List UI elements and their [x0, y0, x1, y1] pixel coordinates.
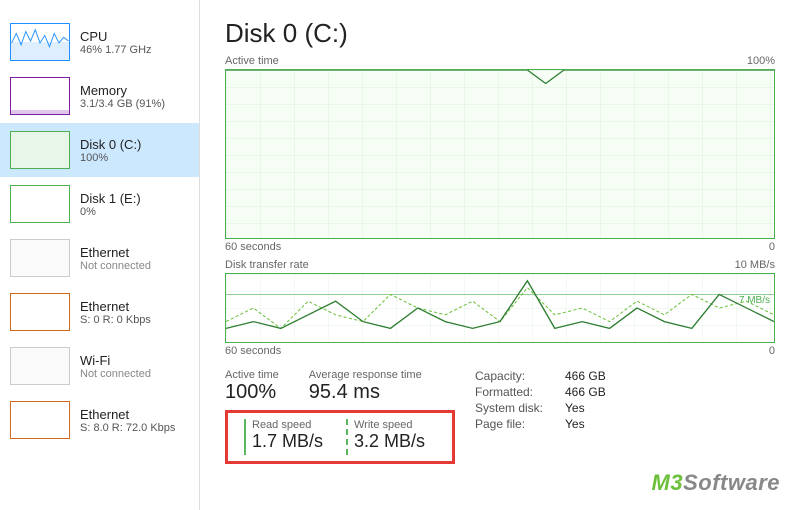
- sidebar-item-title: Ethernet: [80, 299, 151, 314]
- active-time-stat: Active time 100%: [225, 369, 279, 404]
- sidebar-item-title: Ethernet: [80, 407, 175, 422]
- sidebar-item-sub: 0%: [80, 206, 141, 218]
- sidebar-item-ethernet-2[interactable]: Ethernet S: 8.0 R: 72.0 Kbps: [0, 393, 199, 447]
- sidebar-item-sub: Not connected: [80, 368, 151, 380]
- ethernet-thumb-icon: [10, 239, 70, 277]
- active-time-chart: Active time 100% 60 seconds 0: [225, 55, 775, 253]
- info-val-pagefile: Yes: [565, 417, 585, 431]
- active-time-plot: [226, 70, 774, 238]
- transfer-rate-chart: Disk transfer rate 10 MB/s 7 MB/s 60 sec…: [225, 259, 775, 357]
- stat-label: Write speed: [354, 419, 425, 431]
- sidebar-item-disk0[interactable]: Disk 0 (C:) 100%: [0, 123, 199, 177]
- sidebar-item-memory[interactable]: Memory 3.1/3.4 GB (91%): [0, 69, 199, 123]
- sidebar-item-sub: 100%: [80, 152, 141, 164]
- transfer-rate-plot: [226, 274, 774, 342]
- main-panel: Disk 0 (C:) Active time 100% 60 seconds …: [200, 0, 800, 510]
- stat-value: 1.7 MB/s: [252, 431, 323, 452]
- transfer-rate-chart-box: 7 MB/s: [225, 273, 775, 343]
- sidebar-item-ethernet-1[interactable]: Ethernet S: 0 R: 0 Kbps: [0, 285, 199, 339]
- chart-head-left: Active time: [225, 55, 279, 67]
- info-key-sysdisk: System disk:: [475, 401, 565, 415]
- watermark-logo: M3Software: [652, 470, 780, 496]
- ethernet-thumb-icon: [10, 401, 70, 439]
- stat-label: Active time: [225, 369, 279, 381]
- info-val-sysdisk: Yes: [565, 401, 585, 415]
- info-key-pagefile: Page file:: [475, 417, 565, 431]
- info-val-formatted: 466 GB: [565, 385, 606, 399]
- read-speed-stat: Read speed 1.7 MB/s: [238, 419, 340, 455]
- stat-value: 95.4 ms: [309, 381, 422, 404]
- speed-highlight-box: Read speed 1.7 MB/s Write speed 3.2 MB/s: [225, 410, 455, 464]
- info-key-formatted: Formatted:: [475, 385, 565, 399]
- sidebar-item-sub: S: 0 R: 0 Kbps: [80, 314, 151, 326]
- sidebar-item-wifi[interactable]: Wi-Fi Not connected: [0, 339, 199, 393]
- write-speed-stat: Write speed 3.2 MB/s: [340, 419, 442, 455]
- watermark-suffix: Software: [683, 470, 780, 495]
- sidebar-item-disk1[interactable]: Disk 1 (E:) 0%: [0, 177, 199, 231]
- sidebar-item-sub: S: 8.0 R: 72.0 Kbps: [80, 422, 175, 434]
- info-key-capacity: Capacity:: [475, 369, 565, 383]
- chart-foot-left: 60 seconds: [225, 345, 281, 357]
- sidebar-item-sub: 46% 1.77 GHz: [80, 44, 152, 56]
- info-val-capacity: 466 GB: [565, 369, 606, 383]
- chart-foot-right: 0: [769, 241, 775, 253]
- active-time-chart-box: [225, 69, 775, 239]
- avg-response-time-stat: Average response time 95.4 ms: [309, 369, 422, 404]
- sidebar-item-title: Disk 1 (E:): [80, 191, 141, 206]
- chart-head-left: Disk transfer rate: [225, 259, 309, 271]
- sidebar-item-cpu[interactable]: CPU 46% 1.77 GHz: [0, 15, 199, 69]
- chart-head-right: 10 MB/s: [735, 259, 775, 271]
- stat-value: 100%: [225, 381, 279, 404]
- write-legend-bar-icon: [346, 419, 348, 455]
- sidebar-item-title: Ethernet: [80, 245, 151, 260]
- sidebar-item-sub: 3.1/3.4 GB (91%): [80, 98, 165, 110]
- sidebar-item-title: Memory: [80, 83, 165, 98]
- page-title: Disk 0 (C:): [225, 18, 775, 49]
- stat-label: Read speed: [252, 419, 323, 431]
- chart-foot-right: 0: [769, 345, 775, 357]
- ethernet-thumb-icon: [10, 293, 70, 331]
- watermark-prefix: M3: [652, 470, 684, 495]
- stat-label: Average response time: [309, 369, 422, 381]
- chart-head-right: 100%: [747, 55, 775, 67]
- disk-thumb-icon: [10, 131, 70, 169]
- read-legend-bar-icon: [244, 419, 246, 455]
- stat-value: 3.2 MB/s: [354, 431, 425, 452]
- memory-thumb-icon: [10, 77, 70, 115]
- disk-info: Capacity: 466 GB Formatted: 466 GB Syste…: [475, 369, 606, 464]
- sidebar-item-title: Disk 0 (C:): [80, 137, 141, 152]
- sidebar-item-title: CPU: [80, 29, 152, 44]
- sidebar: CPU 46% 1.77 GHz Memory 3.1/3.4 GB (91%)…: [0, 0, 200, 510]
- sidebar-item-ethernet-0[interactable]: Ethernet Not connected: [0, 231, 199, 285]
- sidebar-item-sub: Not connected: [80, 260, 151, 272]
- sidebar-item-title: Wi-Fi: [80, 353, 151, 368]
- chart-foot-left: 60 seconds: [225, 241, 281, 253]
- disk-thumb-icon: [10, 185, 70, 223]
- wifi-thumb-icon: [10, 347, 70, 385]
- cpu-thumb-icon: [10, 23, 70, 61]
